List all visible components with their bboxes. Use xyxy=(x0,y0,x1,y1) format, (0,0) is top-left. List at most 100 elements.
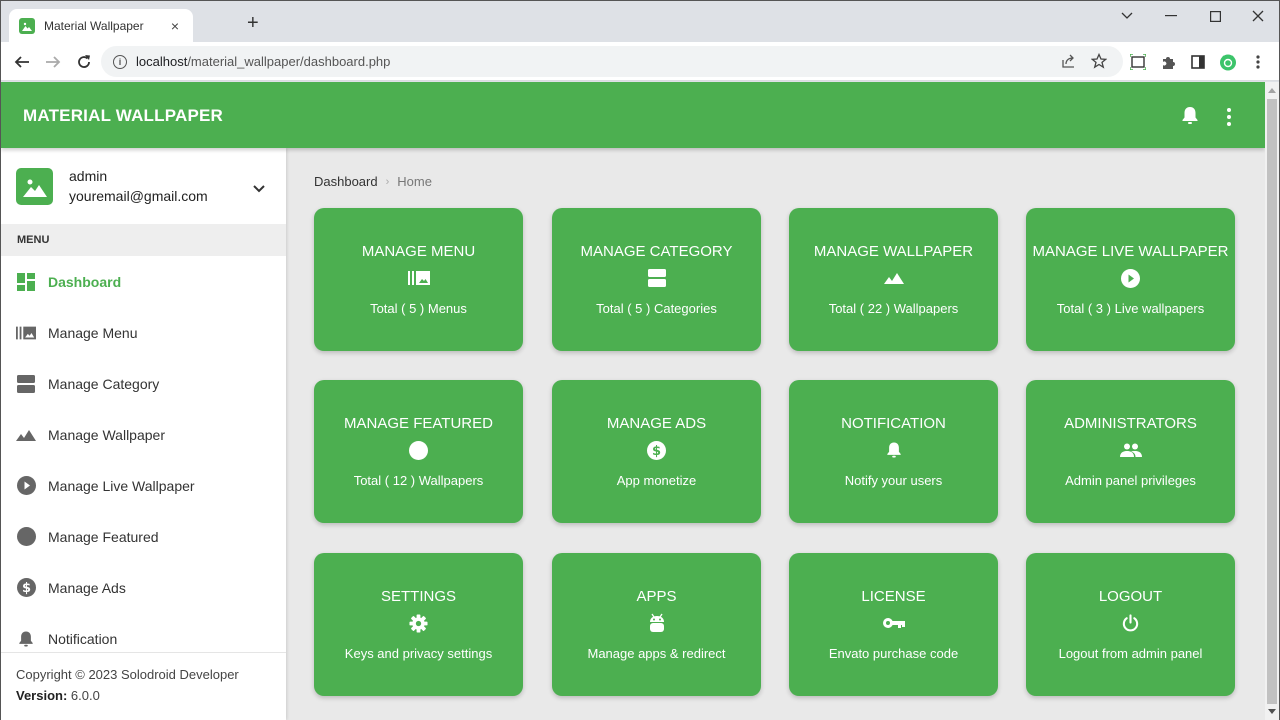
sidebar-item-label: Manage Wallpaper xyxy=(48,426,165,443)
browser-tab[interactable]: Material Wallpaper × xyxy=(9,9,193,42)
card-apps[interactable]: APPS Manage apps & redirect xyxy=(552,553,761,696)
play-circle-icon xyxy=(16,476,36,496)
card-manage-featured[interactable]: MANAGE FEATURED Total ( 12 ) Wallpapers xyxy=(314,380,523,523)
key-icon xyxy=(789,613,998,633)
vertical-scrollbar[interactable] xyxy=(1265,82,1279,720)
card-subtitle: Total ( 5 ) Menus xyxy=(370,301,467,316)
sidebar-item-manage-category[interactable]: Manage Category xyxy=(1,358,286,409)
page: MATERIAL WALLPAPER admin youremail@gmail… xyxy=(1,82,1265,720)
photo-library-icon xyxy=(16,323,36,343)
card-settings[interactable]: SETTINGS Keys and privacy settings xyxy=(314,553,523,696)
tab-title: Material Wallpaper xyxy=(44,18,144,33)
close-window-icon[interactable] xyxy=(1238,5,1278,27)
new-tab-button[interactable]: + xyxy=(247,13,259,33)
sidebar-nav: Dashboard Manage Menu Manage Category Ma… xyxy=(1,256,286,664)
screen-capture-icon[interactable] xyxy=(1129,53,1147,71)
card-logout[interactable]: LOGOUT Logout from admin panel xyxy=(1026,553,1235,696)
main-content: Dashboard › Home MANAGE MENU Total ( 5 )… xyxy=(286,148,1265,720)
power-icon xyxy=(1026,613,1235,633)
card-manage-live-wallpaper[interactable]: MANAGE LIVE WALLPAPER Total ( 3 ) Live w… xyxy=(1026,208,1235,351)
version-label: Version: xyxy=(16,688,68,703)
card-subtitle: Total ( 5 ) Categories xyxy=(596,301,717,316)
user-name: admin xyxy=(69,168,108,184)
copyright-text: Copyright © 2023 Solodroid Developer xyxy=(16,667,239,682)
url-path: /material_wallpaper/dashboard.php xyxy=(187,54,391,69)
card-manage-ads[interactable]: MANAGE ADS $ App monetize xyxy=(552,380,761,523)
scroll-up-icon[interactable] xyxy=(1268,88,1276,93)
android-icon xyxy=(552,613,761,633)
extensions-puzzle-icon[interactable] xyxy=(1159,53,1177,71)
card-subtitle: Notify your users xyxy=(844,473,943,488)
circle-icon xyxy=(314,440,523,460)
sidebar-item-label: Notification xyxy=(48,630,118,647)
card-subtitle: Keys and privacy settings xyxy=(344,646,493,661)
site-info-icon[interactable]: i xyxy=(113,54,127,69)
version-value: 6.0.0 xyxy=(70,688,100,703)
user-profile[interactable]: admin youremail@gmail.com xyxy=(1,148,286,224)
browser-menu-icon[interactable] xyxy=(1249,53,1267,71)
card-notification[interactable]: NOTIFICATION Notify your users xyxy=(789,380,998,523)
card-subtitle: Admin panel privileges xyxy=(1065,473,1196,488)
sidebar-item-manage-live-wallpaper[interactable]: Manage Live Wallpaper xyxy=(1,460,286,511)
sidebar-item-dashboard[interactable]: Dashboard xyxy=(1,256,286,307)
bell-icon xyxy=(16,629,36,649)
dollar-icon: $ xyxy=(16,578,36,598)
reload-icon[interactable] xyxy=(73,51,95,73)
tab-search-icon[interactable] xyxy=(1107,5,1147,27)
card-subtitle: Total ( 22 ) Wallpapers xyxy=(828,301,959,316)
bell-icon xyxy=(789,440,998,460)
card-title: MANAGE CATEGORY xyxy=(580,243,733,260)
maximize-icon[interactable] xyxy=(1195,5,1235,27)
address-bar[interactable]: i localhost/material_wallpaper/dashboard… xyxy=(101,46,1123,77)
sidebar-item-label: Manage Live Wallpaper xyxy=(48,477,195,494)
bookmark-star-icon[interactable] xyxy=(1090,52,1108,72)
share-icon[interactable] xyxy=(1061,53,1077,72)
sidebar-item-label: Manage Menu xyxy=(48,324,138,341)
card-manage-category[interactable]: MANAGE CATEGORY Total ( 5 ) Categories xyxy=(552,208,761,351)
card-subtitle: App monetize xyxy=(616,473,697,488)
sidebar-item-label: Manage Featured xyxy=(48,528,159,545)
card-title: MANAGE WALLPAPER xyxy=(813,243,974,260)
profile-avatar[interactable] xyxy=(1219,53,1237,71)
minimize-icon[interactable] xyxy=(1151,5,1191,27)
card-license[interactable]: LICENSE Envato purchase code xyxy=(789,553,998,696)
breadcrumb-root[interactable]: Dashboard xyxy=(314,174,378,189)
scroll-down-icon[interactable] xyxy=(1268,709,1276,714)
dashboard-icon xyxy=(16,272,36,292)
scrollbar-thumb[interactable] xyxy=(1267,99,1277,704)
avatar xyxy=(16,168,53,205)
svg-text:$: $ xyxy=(652,444,661,459)
tab-strip: Material Wallpaper × + xyxy=(1,1,1279,42)
sidebar-item-manage-ads[interactable]: $ Manage Ads xyxy=(1,562,286,613)
circle-icon xyxy=(16,527,36,547)
card-manage-wallpaper[interactable]: MANAGE WALLPAPER Total ( 22 ) Wallpapers xyxy=(789,208,998,351)
tab-close-icon[interactable]: × xyxy=(167,18,183,34)
card-administrators[interactable]: ADMINISTRATORS Admin panel privileges xyxy=(1026,380,1235,523)
category-icon xyxy=(552,268,761,288)
breadcrumb-current: Home xyxy=(397,174,432,189)
dollar-icon: $ xyxy=(552,440,761,460)
card-title: APPS xyxy=(636,588,677,605)
version-text: Version: 6.0.0 xyxy=(16,688,271,703)
card-manage-menu[interactable]: MANAGE MENU Total ( 5 ) Menus xyxy=(314,208,523,351)
sidebar-item-manage-wallpaper[interactable]: Manage Wallpaper xyxy=(1,409,286,460)
app-title[interactable]: MATERIAL WALLPAPER xyxy=(23,106,223,126)
notification-bell-icon[interactable] xyxy=(1181,106,1199,130)
back-icon[interactable] xyxy=(11,51,33,73)
side-panel-icon[interactable] xyxy=(1189,53,1207,71)
sidebar-item-label: Dashboard xyxy=(48,273,122,290)
sidebar-footer: Copyright © 2023 Solodroid Developer Ver… xyxy=(1,652,286,720)
sidebar: admin youremail@gmail.com MENU Dashboard… xyxy=(1,148,286,720)
sidebar-item-manage-featured[interactable]: Manage Featured xyxy=(1,511,286,562)
photo-library-icon xyxy=(314,268,523,288)
card-title: MANAGE FEATURED xyxy=(344,415,493,432)
chevron-down-icon[interactable] xyxy=(253,180,265,198)
url-text: localhost/material_wallpaper/dashboard.p… xyxy=(136,54,390,69)
forward-icon[interactable] xyxy=(42,51,64,73)
app-bar: MATERIAL WALLPAPER xyxy=(1,82,1265,148)
sidebar-item-manage-menu[interactable]: Manage Menu xyxy=(1,307,286,358)
people-icon xyxy=(1026,440,1235,460)
card-title: MANAGE ADS xyxy=(606,415,707,432)
breadcrumb-separator: › xyxy=(385,175,390,188)
more-options-icon[interactable] xyxy=(1227,108,1231,126)
